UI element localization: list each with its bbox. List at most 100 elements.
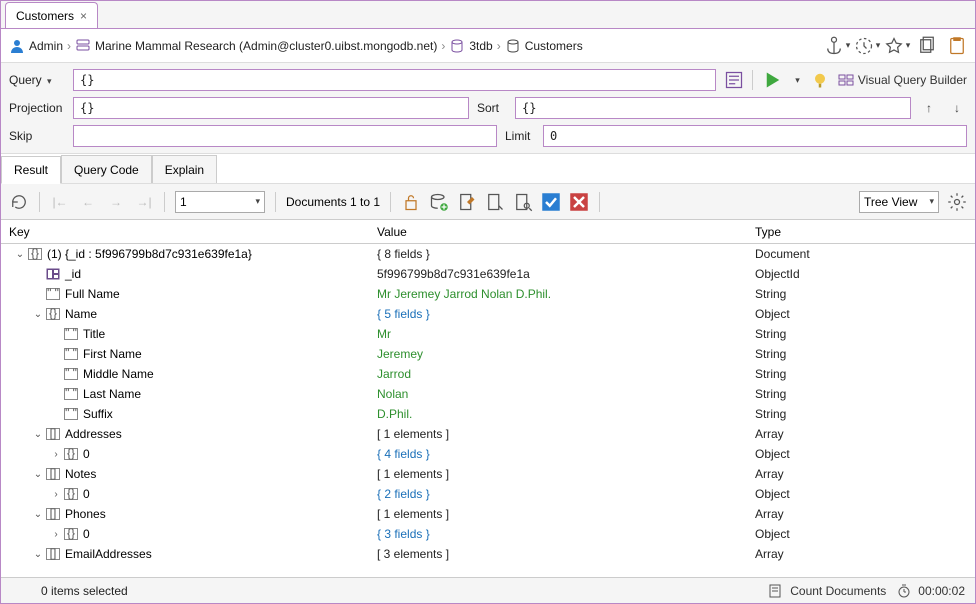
collapse-icon[interactable]: ⌄ <box>31 309 45 320</box>
anchor-icon[interactable]: ▾ <box>827 36 847 56</box>
paste-icon[interactable] <box>947 36 967 56</box>
value-cell[interactable]: { 2 fields } <box>377 487 755 501</box>
value-cell[interactable]: Jarrod <box>377 367 755 381</box>
tree-row[interactable]: ⌄[]Notes[ 1 elements ]Array <box>1 464 975 484</box>
skip-input[interactable] <box>73 125 497 147</box>
str-type-icon: " " <box>63 347 79 361</box>
value-cell[interactable]: [ 1 elements ] <box>377 427 755 441</box>
tree-row[interactable]: ›{}0{ 3 fields }Object <box>1 524 975 544</box>
collapse-icon[interactable]: ⌄ <box>13 249 27 260</box>
column-header-value[interactable]: Value <box>377 225 755 239</box>
breadcrumb-database[interactable]: 3tdb <box>449 38 492 54</box>
run-dropdown[interactable]: ▾ <box>795 75 800 86</box>
column-header-key[interactable]: Key <box>1 225 377 239</box>
grid-body[interactable]: ⌄{}(1) {_id : 5f996799b8d7c931e639fe1a}{… <box>1 244 975 577</box>
view-mode-select[interactable]: Tree View▾ <box>859 191 939 213</box>
key-label: Full Name <box>65 287 120 301</box>
tab-query-code[interactable]: Query Code <box>61 155 152 183</box>
tab-explain[interactable]: Explain <box>152 155 217 183</box>
prev-page-icon[interactable]: ← <box>78 192 98 212</box>
tab-customers[interactable]: Customers × <box>5 2 98 28</box>
breadcrumb-connection[interactable]: Marine Mammal Research (Admin@cluster0.u… <box>75 38 437 54</box>
tree-row[interactable]: " "TitleMrString <box>1 324 975 344</box>
expand-icon[interactable]: › <box>49 449 63 460</box>
favorite-icon[interactable]: ▾ <box>887 36 907 56</box>
expand-icon[interactable]: › <box>49 489 63 500</box>
tree-row[interactable]: ›{}0{ 2 fields }Object <box>1 484 975 504</box>
value-cell[interactable]: { 8 fields } <box>377 247 755 261</box>
value-cell[interactable]: D.Phil. <box>377 407 755 421</box>
value-cell[interactable]: [ 1 elements ] <box>377 507 755 521</box>
validate-icon[interactable] <box>541 192 561 212</box>
tree-row[interactable]: ⌄{}(1) {_id : 5f996799b8d7c931e639fe1a}{… <box>1 244 975 264</box>
close-icon[interactable]: × <box>80 9 87 23</box>
copy-icon[interactable] <box>917 36 937 56</box>
edit-document-icon[interactable] <box>457 192 477 212</box>
breadcrumb-user[interactable]: Admin <box>9 38 63 54</box>
tree-row[interactable]: " "Middle NameJarrodString <box>1 364 975 384</box>
first-page-icon[interactable]: |← <box>50 192 70 212</box>
settings-icon[interactable] <box>947 192 967 212</box>
chevron-down-icon[interactable]: ▾ <box>47 76 52 86</box>
tree-row[interactable]: " "Last NameNolanString <box>1 384 975 404</box>
limit-input[interactable] <box>543 125 967 147</box>
value-cell[interactable]: [ 1 elements ] <box>377 467 755 481</box>
tree-row[interactable]: ⌄[]Phones[ 1 elements ]Array <box>1 504 975 524</box>
value-cell[interactable]: 5f996799b8d7c931e639fe1a <box>377 267 755 281</box>
collapse-icon[interactable]: ⌄ <box>31 549 45 560</box>
selection-status: 0 items selected <box>11 584 758 598</box>
delete-icon[interactable] <box>569 192 589 212</box>
run-button[interactable] <box>763 70 783 90</box>
collapse-icon[interactable]: ⌄ <box>31 509 45 520</box>
value-cell[interactable]: Nolan <box>377 387 755 401</box>
tab-result[interactable]: Result <box>1 156 61 184</box>
type-cell: String <box>755 407 975 421</box>
collapse-icon[interactable]: ⌄ <box>31 429 45 440</box>
status-bar: 0 items selected Count Documents 00:00:0… <box>1 577 975 603</box>
value-cell[interactable]: Mr Jeremey Jarrod Nolan D.Phil. <box>377 287 755 301</box>
next-page-icon[interactable]: → <box>106 192 126 212</box>
value-cell[interactable]: Jeremey <box>377 347 755 361</box>
type-cell: String <box>755 387 975 401</box>
page-number-input[interactable]: 1▾ <box>175 191 265 213</box>
refresh-icon[interactable] <box>9 192 29 212</box>
visual-query-builder-button[interactable]: Visual Query Builder <box>838 72 967 88</box>
add-document-icon[interactable] <box>429 192 449 212</box>
history-icon[interactable]: ▾ <box>857 36 877 56</box>
value-cell[interactable]: [ 3 elements ] <box>377 547 755 561</box>
collapse-icon[interactable]: ⌄ <box>31 469 45 480</box>
last-page-icon[interactable]: →| <box>134 192 154 212</box>
tree-row[interactable]: " "Full NameMr Jeremey Jarrod Nolan D.Ph… <box>1 284 975 304</box>
collection-icon <box>505 38 521 54</box>
tree-row[interactable]: _id5f996799b8d7c931e639fe1aObjectId <box>1 264 975 284</box>
unlock-icon[interactable] <box>401 192 421 212</box>
value-cell[interactable]: Mr <box>377 327 755 341</box>
arr-type-icon: [] <box>45 547 61 561</box>
type-cell: Object <box>755 487 975 501</box>
count-documents-button[interactable]: Count Documents <box>768 583 886 599</box>
sort-desc-icon[interactable]: ↓ <box>947 98 967 118</box>
query-format-icon[interactable] <box>724 70 744 90</box>
tree-row[interactable]: ⌄[]EmailAddresses[ 3 elements ]Array <box>1 544 975 564</box>
tree-row[interactable]: " "First NameJeremeyString <box>1 344 975 364</box>
query-input[interactable] <box>73 69 716 91</box>
value-cell[interactable]: { 4 fields } <box>377 447 755 461</box>
tree-row[interactable]: ⌄{}Name{ 5 fields }Object <box>1 304 975 324</box>
search-document-icon[interactable] <box>513 192 533 212</box>
projection-input[interactable] <box>73 97 469 119</box>
sort-asc-icon[interactable]: ↑ <box>919 98 939 118</box>
value-cell[interactable]: { 5 fields } <box>377 307 755 321</box>
chevron-right-icon: › <box>441 39 445 53</box>
results-toolbar: |← ← → →| 1▾ Documents 1 to 1 Tree View▾ <box>1 184 975 220</box>
tree-row[interactable]: ⌄[]Addresses[ 1 elements ]Array <box>1 424 975 444</box>
breadcrumb-collection[interactable]: Customers <box>505 38 583 54</box>
value-cell[interactable]: { 3 fields } <box>377 527 755 541</box>
view-document-icon[interactable] <box>485 192 505 212</box>
column-header-type[interactable]: Type <box>755 225 975 239</box>
tree-row[interactable]: ›{}0{ 4 fields }Object <box>1 444 975 464</box>
hint-icon[interactable] <box>810 70 830 90</box>
expand-icon[interactable]: › <box>49 529 63 540</box>
type-cell: Object <box>755 527 975 541</box>
sort-input[interactable] <box>515 97 911 119</box>
tree-row[interactable]: " "SuffixD.Phil.String <box>1 404 975 424</box>
